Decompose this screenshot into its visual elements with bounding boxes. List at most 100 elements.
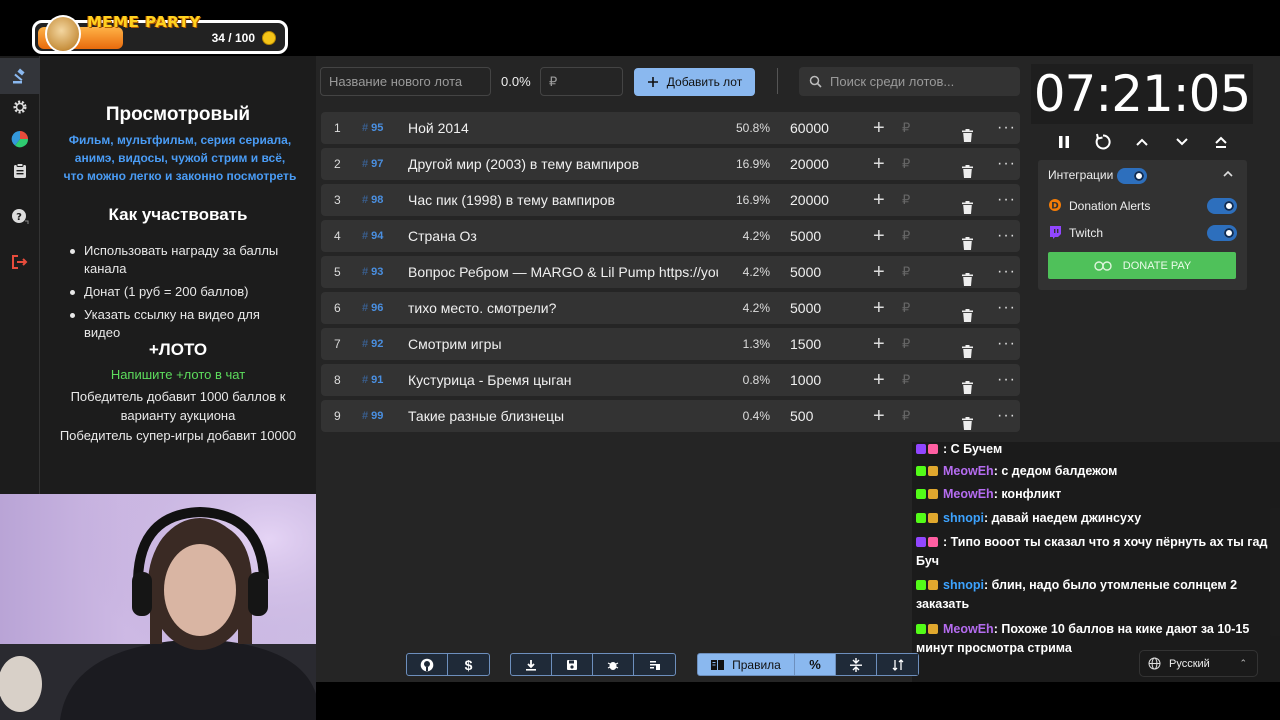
lot-name[interactable]: Вопрос Ребром — MARGO & Lil Pump https:/… bbox=[408, 256, 718, 288]
save-icon[interactable] bbox=[552, 654, 593, 675]
twitch-icon bbox=[1048, 225, 1062, 242]
ruble-icon[interactable]: ₽ bbox=[902, 328, 910, 360]
download-icon[interactable] bbox=[511, 654, 552, 675]
chevron-down-icon[interactable] bbox=[1170, 130, 1194, 154]
lot-amount[interactable]: 60000 bbox=[790, 112, 829, 144]
add-amount-button[interactable]: + bbox=[873, 184, 885, 216]
more-options-button[interactable]: ··· bbox=[997, 400, 1016, 432]
lot-amount[interactable]: 5000 bbox=[790, 256, 821, 288]
pie-chart-icon[interactable] bbox=[8, 127, 32, 151]
more-options-button[interactable]: ··· bbox=[997, 220, 1016, 252]
clipboard-icon[interactable] bbox=[8, 159, 32, 183]
rules-button[interactable]: Правила bbox=[698, 654, 795, 675]
table-row[interactable]: 4 #94 Страна Оз 4.2% 5000 + ₽ ··· bbox=[321, 220, 1020, 252]
clear-list-icon[interactable] bbox=[634, 654, 675, 675]
logout-icon[interactable] bbox=[8, 250, 32, 274]
percent-toggle-icon[interactable]: % bbox=[795, 654, 836, 675]
chevron-up-icon[interactable] bbox=[1223, 168, 1233, 182]
more-options-button[interactable]: ··· bbox=[997, 364, 1016, 396]
lot-name[interactable]: тихо место. смотрели? bbox=[408, 292, 718, 324]
more-options-button[interactable]: ··· bbox=[997, 328, 1016, 360]
new-lot-input[interactable]: Название нового лота bbox=[320, 67, 491, 96]
add-amount-button[interactable]: + bbox=[873, 400, 885, 432]
ruble-icon[interactable]: ₽ bbox=[902, 112, 910, 144]
github-icon[interactable] bbox=[407, 654, 448, 675]
lot-id: #93 bbox=[362, 256, 383, 288]
lot-amount[interactable]: 1000 bbox=[790, 364, 821, 396]
table-row[interactable]: 2 #97 Другой мир (2003) в тему вампиров 16.… bbox=[321, 148, 1020, 180]
chevron-up-icon[interactable] bbox=[1130, 130, 1154, 154]
ruble-icon[interactable]: ₽ bbox=[902, 148, 910, 180]
lot-name[interactable]: Смотрим игры bbox=[408, 328, 718, 360]
ruble-icon[interactable]: ₽ bbox=[902, 292, 910, 324]
add-amount-button[interactable]: + bbox=[873, 364, 885, 396]
sort-icon[interactable] bbox=[877, 654, 918, 675]
links-button-group: $ bbox=[406, 653, 490, 676]
add-amount-button[interactable]: + bbox=[873, 220, 885, 252]
settings-gear-icon[interactable] bbox=[8, 95, 32, 119]
ruble-icon[interactable]: ₽ bbox=[902, 364, 910, 396]
chat-text: : давай наедем джинсуху bbox=[983, 511, 1142, 525]
svg-text:D: D bbox=[1051, 202, 1058, 212]
bug-icon[interactable] bbox=[593, 654, 634, 675]
auction-gavel-icon[interactable] bbox=[0, 58, 40, 94]
lot-amount[interactable]: 20000 bbox=[790, 148, 829, 180]
language-select[interactable]: Русский ⌃ bbox=[1139, 650, 1258, 677]
trash-icon[interactable] bbox=[962, 409, 973, 441]
lot-name[interactable]: Кустурица - Бремя цыган bbox=[408, 364, 718, 396]
table-row[interactable]: 8 #91 Кустурица - Бремя цыган 0.8% 1000 + ₽ ··· bbox=[321, 364, 1020, 396]
integrations-toggle[interactable] bbox=[1117, 168, 1147, 184]
integrations-panel: Интеграции D Donation Alerts Twitch DONA… bbox=[1038, 160, 1247, 290]
more-options-button[interactable]: ··· bbox=[997, 148, 1016, 180]
add-amount-button[interactable]: + bbox=[873, 112, 885, 144]
lot-name[interactable]: Другой мир (2003) в тему вампиров bbox=[408, 148, 718, 180]
lot-amount[interactable]: 500 bbox=[790, 400, 813, 432]
lot-name[interactable]: Такие разные близнецы bbox=[408, 400, 718, 432]
table-row[interactable]: 9 #99 Такие разные близнецы 0.4% 500 + ₽ ··· bbox=[321, 400, 1020, 432]
lot-search-input[interactable]: Поиск среди лотов... bbox=[799, 67, 1020, 96]
ruble-icon[interactable]: ₽ bbox=[902, 220, 910, 252]
lot-name[interactable]: Ной 2014 bbox=[408, 112, 718, 144]
ruble-icon[interactable]: ₽ bbox=[902, 400, 910, 432]
ruble-icon[interactable]: ₽ bbox=[902, 256, 910, 288]
more-options-button[interactable]: ··· bbox=[997, 292, 1016, 324]
lot-name[interactable]: Час пик (1998) в тему вампиров bbox=[408, 184, 718, 216]
more-options-button[interactable]: ··· bbox=[997, 184, 1016, 216]
donation-alerts-toggle[interactable] bbox=[1207, 198, 1237, 214]
compact-view-icon[interactable] bbox=[836, 654, 877, 675]
category-info-panel: Просмотровый Фильм, мультфильм, серия се… bbox=[40, 56, 316, 496]
add-amount-button[interactable]: + bbox=[873, 328, 885, 360]
pause-icon[interactable] bbox=[1052, 130, 1076, 154]
donate-dollar-icon[interactable]: $ bbox=[448, 654, 489, 675]
add-amount-button[interactable]: + bbox=[873, 148, 885, 180]
help-icon[interactable]: ? bbox=[8, 205, 32, 229]
add-amount-button[interactable]: + bbox=[873, 256, 885, 288]
add-amount-button[interactable]: + bbox=[873, 292, 885, 324]
table-row[interactable]: 7 #92 Смотрим игры 1.3% 1500 + ₽ ··· bbox=[321, 328, 1020, 360]
add-lot-button[interactable]: Добавить лот bbox=[634, 68, 755, 96]
donate-pay-button[interactable]: DONATE PAY bbox=[1048, 252, 1236, 279]
webcam-feed bbox=[0, 494, 316, 720]
lot-number: 2 bbox=[334, 157, 341, 171]
more-options-button[interactable]: ··· bbox=[997, 256, 1016, 288]
lot-amount[interactable]: 5000 bbox=[790, 292, 821, 324]
double-up-icon[interactable] bbox=[1209, 130, 1233, 154]
lot-amount[interactable]: 20000 bbox=[790, 184, 829, 216]
data-button-group bbox=[510, 653, 676, 676]
table-row[interactable]: 6 #96 тихо место. смотрели? 4.2% 5000 + ₽ ··· bbox=[321, 292, 1020, 324]
chevron-updown-icon: ⌃ bbox=[1239, 658, 1247, 668]
table-row[interactable]: 3 #98 Час пик (1998) в тему вампиров 16.9% 2… bbox=[321, 184, 1020, 216]
reset-timer-icon[interactable] bbox=[1091, 130, 1115, 154]
table-row[interactable]: 5 #93 Вопрос Ребром — MARGO & Lil Pump htt… bbox=[321, 256, 1020, 288]
lot-id-value: 95 bbox=[371, 122, 384, 134]
lot-amount[interactable]: 1500 bbox=[790, 328, 821, 360]
lot-name[interactable]: Страна Оз bbox=[408, 220, 718, 252]
twitch-toggle[interactable] bbox=[1207, 225, 1237, 241]
add-lot-label: Добавить лот bbox=[666, 75, 743, 89]
new-lot-amount-input[interactable]: ₽ bbox=[540, 67, 623, 96]
integrations-title: Интеграции bbox=[1048, 168, 1114, 182]
more-options-button[interactable]: ··· bbox=[997, 112, 1016, 144]
ruble-icon[interactable]: ₽ bbox=[902, 184, 910, 216]
table-row[interactable]: 1 #95 Ной 2014 50.8% 60000 + ₽ ··· bbox=[321, 112, 1020, 144]
lot-amount[interactable]: 5000 bbox=[790, 220, 821, 252]
